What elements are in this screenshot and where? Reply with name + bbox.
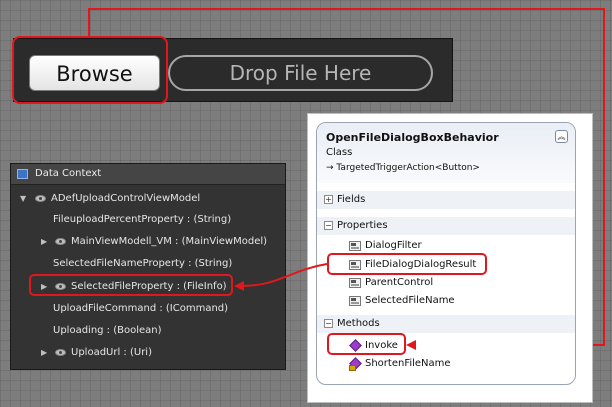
data-context-panel: Data Context ▼ ADefUploadControlViewMode… <box>10 163 286 370</box>
tree-item[interactable]: FileuploadPercentProperty : (String) <box>11 211 281 229</box>
connector-line <box>88 8 90 38</box>
data-context-icon <box>17 169 28 179</box>
expand-triangle-icon[interactable]: ▶ <box>41 344 47 362</box>
class-base-type: → TargetedTriggerAction<Button> <box>326 163 480 173</box>
section-label: Properties <box>337 220 388 231</box>
drop-file-zone[interactable]: Drop File Here <box>168 55 433 91</box>
data-context-title: Data Context <box>35 168 102 179</box>
tree-item[interactable]: Uploading : (Boolean) <box>11 322 281 340</box>
tree-root[interactable]: ▼ ADefUploadControlViewModel <box>11 190 281 208</box>
collapse-icon[interactable]: − <box>324 221 333 230</box>
section-methods[interactable]: − Methods <box>317 315 575 333</box>
property-icon <box>349 241 361 251</box>
tree-item[interactable]: ▶ MainViewModell_VM : (MainViewModel) <box>11 233 281 251</box>
expand-triangle-icon[interactable]: ▶ <box>41 233 47 251</box>
tree-item-label: Uploading : (Boolean) <box>53 325 162 336</box>
tree-item-label: ADefUploadControlViewModel <box>51 193 201 204</box>
tree-item-label: MainViewModell_VM : (MainViewModel) <box>71 236 268 247</box>
property-icon <box>349 278 361 288</box>
connector-line <box>88 8 605 10</box>
section-label: Fields <box>337 194 366 205</box>
eye-icon <box>35 195 46 202</box>
method-label: ShortenFileName <box>365 358 451 369</box>
section-label: Methods <box>337 318 380 329</box>
expand-icon[interactable]: + <box>324 195 333 204</box>
section-fields[interactable]: + Fields <box>317 191 575 209</box>
collapse-triangle-icon[interactable]: ▼ <box>20 190 26 208</box>
property-icon <box>349 296 361 306</box>
tree-item-label: FileuploadPercentProperty : (String) <box>53 214 232 225</box>
collapse-icon[interactable]: − <box>324 319 333 328</box>
property-label: ParentControl <box>365 277 434 288</box>
tree-item[interactable]: UploadFileCommand : (ICommand) <box>11 300 281 318</box>
property-label: SelectedFileName <box>365 295 455 306</box>
eye-icon <box>55 238 66 245</box>
invoke-highlight <box>327 333 406 355</box>
dialog-result-highlight <box>327 253 487 275</box>
tree-item-label: SelectedFileNameProperty : (String) <box>53 258 233 269</box>
base-type-label: TargetedTriggerAction<Button> <box>336 163 480 173</box>
browse-highlight <box>12 36 168 104</box>
class-kind: Class <box>326 147 353 158</box>
eye-icon <box>55 349 66 356</box>
tree-item[interactable]: ▶ UploadUrl : (Uri) <box>11 344 281 362</box>
class-header: OpenFileDialogBoxBehavior Class → Target… <box>317 123 575 183</box>
data-context-header: Data Context <box>11 164 285 185</box>
tree-item-label: UploadFileCommand : (ICommand) <box>53 303 229 314</box>
private-method-icon <box>349 359 360 371</box>
connector-line <box>603 8 605 346</box>
section-properties[interactable]: − Properties <box>317 217 575 235</box>
inherit-arrow-icon: → <box>326 163 334 173</box>
class-name: OpenFileDialogBoxBehavior <box>326 131 499 144</box>
collapse-chevron-icon[interactable]: ︽ <box>555 130 568 143</box>
selected-file-property-highlight <box>29 274 233 296</box>
property-label: DialogFilter <box>365 240 422 251</box>
tree-item-label: UploadUrl : (Uri) <box>71 347 152 358</box>
tree-item[interactable]: SelectedFileNameProperty : (String) <box>11 255 281 273</box>
